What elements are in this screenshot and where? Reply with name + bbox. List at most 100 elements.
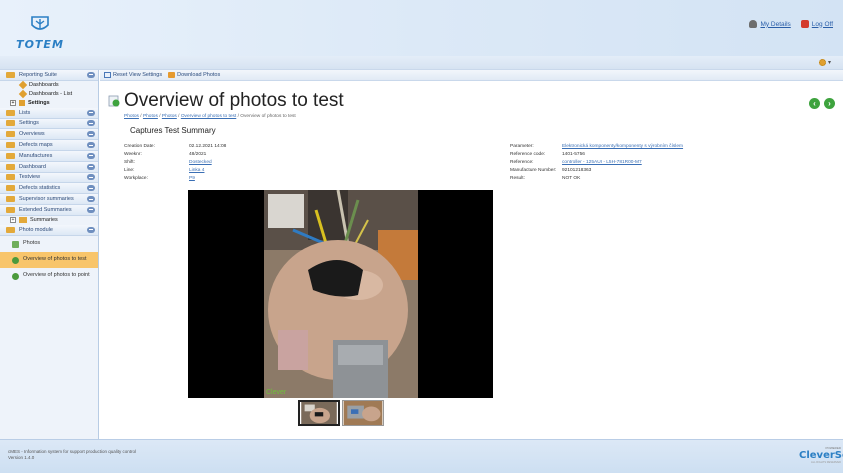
- detail-key: Weeknr:: [124, 151, 142, 157]
- next-arrow-icon[interactable]: ›: [824, 98, 835, 109]
- sidebar-group-label: Extended Summaries: [19, 206, 72, 213]
- main-toolbar: Reset View Settings Download Photos: [100, 70, 843, 81]
- reset-icon: [104, 72, 111, 78]
- breadcrumb-link[interactable]: Overview of photos to test: [181, 114, 236, 119]
- collapse-icon[interactable]: [87, 226, 95, 233]
- sidebar-item-overview-photos-test[interactable]: Overview of photos to test: [0, 251, 98, 268]
- thumbnail-1[interactable]: [298, 400, 340, 426]
- folder-icon: [6, 142, 15, 149]
- logo-text: TOTEM: [16, 38, 64, 51]
- app-footer: cMES - Information system for support pr…: [0, 439, 843, 473]
- collapse-icon[interactable]: [87, 174, 95, 181]
- detail-key: Manufacture Number:: [510, 168, 557, 174]
- photo-page-icon: [108, 95, 120, 107]
- detail-key: Line:: [124, 168, 135, 174]
- photo-icon: [12, 240, 19, 248]
- detail-key: Workplace:: [124, 176, 148, 182]
- collapse-icon[interactable]: [87, 163, 95, 170]
- detail-key: Parameter:: [510, 143, 534, 149]
- breadcrumb-link[interactable]: Photos: [162, 114, 177, 119]
- collapse-icon[interactable]: [87, 196, 95, 203]
- folder-icon: [6, 71, 15, 78]
- sidebar-item-label: Summaries: [30, 217, 58, 224]
- reset-view-settings-button[interactable]: Reset View Settings: [104, 72, 162, 78]
- footer-line-2: Version 1.4.0: [8, 455, 35, 460]
- logo-mark-icon: [31, 16, 49, 30]
- sidebar-item-label: Photos: [23, 239, 41, 246]
- thumbnail-2[interactable]: [342, 400, 384, 426]
- section-title: Captures Test Summary: [130, 126, 216, 135]
- detail-key: Shift:: [124, 159, 135, 165]
- detail-link[interactable]: Linka 4: [189, 168, 204, 173]
- footer-logo-brand: CleverSe: [799, 450, 843, 461]
- footer-logo-post: ALL RIGHTS RESERVED: [811, 461, 841, 464]
- cleverse-logo[interactable]: POWERED CleverSe ALL RIGHTS RESERVED: [799, 446, 843, 468]
- sidebar-group-extended-summaries[interactable]: Extended Summaries: [0, 204, 98, 216]
- detail-link[interactable]: controller - 125AUI - L5H-781R00-M7: [562, 160, 642, 165]
- detail-key: Result:: [510, 176, 525, 182]
- sidebar-group-reporting-suite[interactable]: Reporting Suite: [0, 70, 98, 81]
- download-icon: [168, 72, 176, 78]
- sidebar-item-photos[interactable]: Photos: [0, 236, 98, 252]
- detail-value: NOT OK: [562, 176, 581, 182]
- sidebar-item-overview-photos-point[interactable]: Overview of photos to point: [0, 268, 98, 284]
- download-photos-button[interactable]: Download Photos: [168, 72, 220, 78]
- sidebar-item-dashboards[interactable]: Dashboards: [0, 81, 98, 90]
- log-off-link[interactable]: Log Off: [800, 20, 833, 28]
- collapse-icon[interactable]: [87, 142, 95, 149]
- logoff-icon: [800, 20, 809, 28]
- top-links: My Details Log Off: [749, 20, 833, 28]
- sidebar-group-overviews[interactable]: Overviews: [0, 129, 98, 141]
- photo-icon: [12, 272, 19, 280]
- collapse-icon[interactable]: [87, 206, 95, 213]
- collapse-icon[interactable]: [87, 109, 95, 116]
- breadcrumb-link[interactable]: Photos: [143, 114, 158, 119]
- sidebar-tree-summaries[interactable]: + Summaries: [0, 216, 98, 225]
- photo-viewer[interactable]: Clever: [188, 190, 493, 398]
- expand-icon[interactable]: +: [10, 217, 16, 224]
- page-title: Overview of photos to test: [124, 90, 344, 111]
- folder-icon: [6, 206, 15, 213]
- detail-row: Weeknr: 48/2021: [124, 150, 454, 158]
- sidebar-group-lists[interactable]: Lists: [0, 107, 98, 119]
- pencil-icon: [18, 81, 28, 90]
- collapse-icon[interactable]: [87, 120, 95, 127]
- sidebar-group-label: Manufactures: [19, 152, 53, 159]
- settings-menu[interactable]: ▾: [818, 59, 831, 66]
- pencil-icon: [18, 90, 28, 99]
- detail-link[interactable]: P9: [189, 176, 195, 181]
- collapse-icon[interactable]: [87, 131, 95, 138]
- expand-icon[interactable]: +: [10, 100, 16, 107]
- collapse-icon[interactable]: [87, 71, 95, 78]
- detail-value: 92101218363: [562, 168, 592, 174]
- previous-arrow-icon[interactable]: ‹: [809, 98, 820, 109]
- sidebar-group-manufactures[interactable]: Manufactures: [0, 150, 98, 162]
- detail-link[interactable]: Elektronická komponenty/komponenty s výr…: [562, 144, 683, 149]
- folder-icon: [19, 217, 27, 224]
- details-right: Parameter: Elektronická komponenty/kompo…: [510, 142, 830, 183]
- sidebar-group-supervisor-summaries[interactable]: Supervisor summaries: [0, 194, 98, 205]
- sidebar-group-defects-maps[interactable]: Defects maps: [0, 140, 98, 151]
- app-header: TOTEM My Details Log Off: [0, 0, 843, 56]
- breadcrumb-link[interactable]: Photos: [124, 114, 139, 119]
- chevron-down-icon: ▾: [827, 60, 831, 66]
- sidebar-group-testview[interactable]: Testview: [0, 172, 98, 184]
- sidebar-item-dashboards-list[interactable]: Dashboards - List: [0, 90, 98, 99]
- sidebar-group-label: Defects maps: [19, 142, 53, 149]
- detail-link[interactable]: Dostecked: [189, 160, 212, 165]
- my-details-link[interactable]: My Details: [749, 20, 791, 28]
- sidebar-item-label: Dashboards: [29, 82, 59, 89]
- user-icon: [749, 20, 758, 28]
- collapse-icon[interactable]: [87, 185, 95, 192]
- sidebar-group-photo-module[interactable]: Photo module: [0, 224, 98, 236]
- main-content: Reset View Settings Download Photos Over…: [100, 70, 843, 439]
- collapse-icon[interactable]: [87, 152, 95, 159]
- sidebar-group-defects-statistics[interactable]: Defects statistics: [0, 183, 98, 195]
- sidebar-group-settings[interactable]: Settings: [0, 118, 98, 130]
- sidebar-group-label: Photo module: [19, 226, 53, 233]
- sidebar-tree-settings[interactable]: + Settings: [0, 99, 98, 108]
- detail-key: Reference code:: [510, 151, 546, 157]
- sidebar-group-dashboard[interactable]: Dashboard: [0, 161, 98, 173]
- detail-row: Manufacture Number: 92101218363: [510, 167, 830, 175]
- totem-logo[interactable]: TOTEM: [10, 12, 70, 52]
